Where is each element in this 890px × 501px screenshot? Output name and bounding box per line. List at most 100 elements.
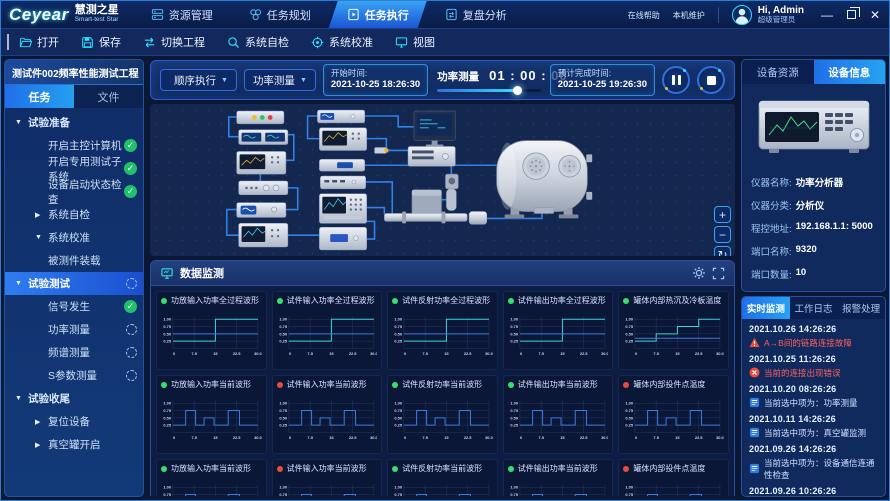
- device-field-value: 192.168.1.1: 5000: [796, 221, 873, 235]
- svg-text:0: 0: [635, 435, 638, 440]
- svg-text:0: 0: [288, 435, 291, 440]
- log-time: 2021.10.25 11:26:26: [749, 354, 878, 364]
- expander-icon[interactable]: ▼: [15, 280, 28, 287]
- minimize-button[interactable]: —: [821, 9, 833, 21]
- log-tab-1[interactable]: 实时监测: [742, 297, 790, 319]
- svg-text:1.00: 1.00: [395, 317, 403, 322]
- sidebar-tab-2[interactable]: 文件: [74, 85, 143, 108]
- topology-canvas[interactable]: + − ↻: [150, 104, 735, 256]
- chart-title: 罐体内部投件点温度: [623, 463, 724, 474]
- zoom-reset-button[interactable]: ↻: [714, 246, 731, 256]
- svg-text:7.5: 7.5: [654, 351, 660, 356]
- expander-icon[interactable]: ▼: [35, 234, 48, 241]
- svg-text:1.00: 1.00: [626, 485, 634, 490]
- toolbar-button-5[interactable]: 系统校准: [311, 34, 373, 50]
- tree-node-4[interactable]: 设备启动状态检查✓: [5, 180, 143, 203]
- expander-icon[interactable]: ▶: [35, 441, 48, 449]
- settings-gear-icon[interactable]: [692, 266, 706, 280]
- progress-knob[interactable]: [513, 86, 522, 95]
- svg-text:0.25: 0.25: [395, 339, 403, 344]
- zoom-in-button[interactable]: +: [714, 206, 731, 223]
- svg-text:0: 0: [173, 351, 176, 356]
- toolbar-button-3[interactable]: 切换工程: [143, 34, 205, 50]
- tree-node-7[interactable]: 被测件装载: [5, 249, 143, 272]
- close-button[interactable]: ✕: [869, 9, 881, 21]
- tree-node-11[interactable]: 频谱测量: [5, 341, 143, 364]
- tree-node-label: 真空罐开启: [48, 437, 101, 452]
- chart-title: 试件输入功率当前波形: [277, 379, 378, 390]
- toolbar-button-1[interactable]: 打开: [19, 34, 59, 50]
- mini-chart: 1.000.750.500.2507.51522.530.0: [392, 474, 493, 496]
- svg-text:15: 15: [213, 351, 218, 356]
- maintenance-button[interactable]: 本机维护: [673, 9, 705, 21]
- tree-node-14[interactable]: ▶复位设备: [5, 410, 143, 433]
- avatar: [732, 5, 752, 25]
- online-help-button[interactable]: 在线帮助: [628, 9, 660, 21]
- user-menu[interactable]: Hi, Admin 超级管理员: [732, 5, 804, 25]
- chart-card-15: 罐体内部投件点温度1.000.750.500.2507.51522.530.0: [618, 459, 729, 496]
- tree-node-8[interactable]: ▼试验测试: [5, 272, 143, 295]
- run-icon: [347, 8, 360, 21]
- nav-tab-3[interactable]: 任务执行: [329, 1, 427, 28]
- brand-logo: Ceyear: [9, 5, 69, 25]
- svg-text:7.5: 7.5: [654, 435, 660, 440]
- tree-node-13[interactable]: ▼试验收尾: [5, 387, 143, 410]
- chart-card-6: 功放输入功率当前波形1.000.750.500.2507.51522.530.0: [156, 375, 267, 454]
- log-tab-3[interactable]: 报警处理: [837, 297, 885, 319]
- expander-icon[interactable]: ▼: [15, 395, 28, 402]
- tree-node-12[interactable]: S参数测量: [5, 364, 143, 387]
- chart-title: 试件反射功率全过程波形: [392, 295, 493, 306]
- sidebar-tab-1[interactable]: 任务: [5, 85, 74, 108]
- svg-text:30.0: 30.0: [370, 351, 377, 356]
- toolbar-button-4[interactable]: 系统自检: [227, 34, 289, 50]
- nav-tab-4[interactable]: 复盘分析: [427, 1, 525, 28]
- instrument-photo: [755, 95, 873, 157]
- svg-text:30.0: 30.0: [254, 435, 261, 440]
- svg-text:7.5: 7.5: [423, 435, 429, 440]
- tree-node-15[interactable]: ▶真空罐开启: [5, 433, 143, 456]
- stop-icon: [707, 76, 716, 85]
- svg-text:22.5: 22.5: [695, 435, 703, 440]
- svg-text:0.50: 0.50: [395, 331, 403, 336]
- tree-node-6[interactable]: ▼系统校准: [5, 226, 143, 249]
- tree-node-9[interactable]: 信号发生✓: [5, 295, 143, 318]
- svg-text:0.75: 0.75: [279, 492, 287, 496]
- maximize-button[interactable]: [845, 9, 857, 21]
- chart-card-1: 功放输入功率全过程波形1.000.750.500.2507.51522.530.…: [156, 291, 267, 370]
- tree-node-label: 系统自检: [48, 207, 90, 222]
- log-time: 2021.10.26 14:26:26: [749, 324, 878, 334]
- nav-tab-1[interactable]: 资源管理: [133, 1, 231, 28]
- svg-text:15: 15: [444, 435, 449, 440]
- zoom-out-button[interactable]: −: [714, 226, 731, 243]
- restore-icon: [847, 10, 856, 19]
- status-dot: [508, 382, 514, 388]
- tree-node-1[interactable]: ▼试验准备: [5, 111, 143, 134]
- status-dot: [277, 298, 283, 304]
- device-tab-2[interactable]: 设备信息: [814, 60, 886, 84]
- nav-tab-2[interactable]: 任务规划: [231, 1, 329, 28]
- tree-node-10[interactable]: 功率测量: [5, 318, 143, 341]
- log-tab-2[interactable]: 工作日志: [790, 297, 838, 319]
- expander-icon[interactable]: ▼: [15, 119, 28, 126]
- log-entry-1: 2021.10.26 14:26:26A→B间的链路连接故障: [749, 324, 878, 349]
- status-dot: [277, 382, 283, 388]
- expand-icon[interactable]: [712, 267, 725, 280]
- expander-icon[interactable]: ▶: [35, 418, 48, 426]
- expander-icon[interactable]: ▶: [35, 211, 48, 219]
- chart-title-text: 试件输入功率全过程波形: [287, 295, 375, 306]
- nav-tab-label: 资源管理: [169, 7, 213, 23]
- toolbar-button-6[interactable]: 视图: [395, 34, 435, 50]
- content: 测试件002频率性能测试工程 任务文件 ▼试验准备开启主控计算机✓开启专用测试子…: [1, 56, 889, 500]
- task-select[interactable]: 功率测量 ▼: [244, 69, 316, 91]
- sidebar-tabs: 任务文件: [5, 85, 143, 108]
- stop-button[interactable]: [697, 66, 725, 94]
- app-window: Ceyear 慧测之星 Smart-test Star 资源管理任务规划任务执行…: [0, 0, 890, 501]
- svg-text:0.50: 0.50: [163, 331, 171, 336]
- pause-button[interactable]: [662, 66, 690, 94]
- toolbar-button-2[interactable]: 保存: [81, 34, 121, 50]
- status-dot: [508, 298, 514, 304]
- device-tab-1[interactable]: 设备资源: [742, 60, 814, 84]
- execution-mode-select[interactable]: 顺序执行 ▼: [160, 69, 237, 91]
- device-field-label: 端口名称:: [751, 244, 792, 258]
- svg-text:0.75: 0.75: [279, 324, 287, 329]
